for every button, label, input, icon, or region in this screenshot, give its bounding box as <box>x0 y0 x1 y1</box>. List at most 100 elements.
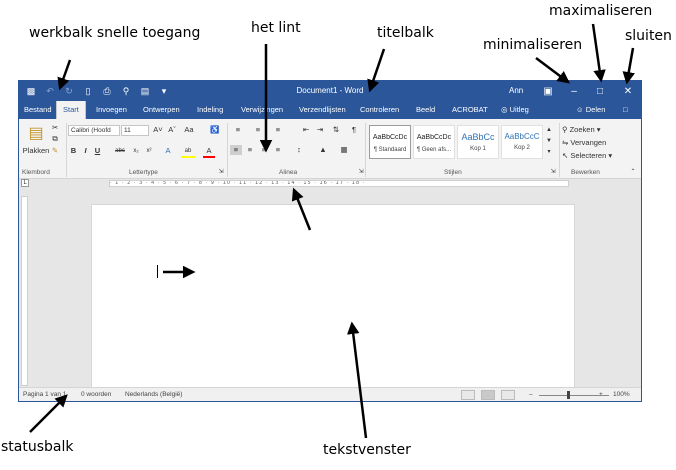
font-dialog-launcher-icon[interactable]: ⇲ <box>217 167 225 177</box>
page-count[interactable]: Pagina 1 van 1 <box>23 391 66 398</box>
shading-icon[interactable]: ▲ <box>316 145 330 155</box>
annotation-titlebar: titelbalk <box>377 25 434 41</box>
grow-font-icon[interactable]: A˅ <box>153 125 163 135</box>
style-preview: AaBbCcC <box>504 132 540 141</box>
style-kop-1[interactable]: AaBbCc Kop 1 <box>457 125 499 159</box>
tab-bestand[interactable]: Bestand <box>22 101 54 119</box>
document-canvas <box>19 188 641 401</box>
style-standaard[interactable]: AaBbCcDc ¶ Standaard <box>369 125 411 159</box>
find-label: Zoeken <box>569 125 595 134</box>
tab-indeling[interactable]: Indeling <box>195 101 225 119</box>
subscript-button[interactable]: x₂ <box>131 146 141 156</box>
styles-dialog-launcher-icon[interactable]: ⇲ <box>549 167 557 177</box>
bold-button[interactable]: B <box>69 146 78 156</box>
pointer-icon: ↖ <box>562 151 569 160</box>
share-button[interactable]: ☺ Delen <box>576 101 605 119</box>
styles-gallery-scroll-icon[interactable]: ▲ ▼ ▾ <box>545 125 553 158</box>
select-button[interactable]: ↖ Selecteren ▾ <box>562 151 612 161</box>
find-button[interactable]: ⚲ Zoeken ▾ <box>562 125 600 135</box>
tab-verwijzingen[interactable]: Verwijzingen <box>239 101 285 119</box>
borders-icon[interactable]: ▦ <box>337 145 351 155</box>
style-kop-2[interactable]: AaBbCcC Kop 2 <box>501 125 543 159</box>
word-count[interactable]: 0 woorden <box>81 391 111 398</box>
bullets-icon[interactable]: ≡ <box>231 125 245 135</box>
multilevel-list-icon[interactable]: ≡ <box>271 125 285 135</box>
ribbon: ▤ Plakken ✂ ⧉ ✎ Klembord Calibri (Hoofd … <box>19 119 641 179</box>
align-center-icon[interactable]: ≡ <box>244 145 256 155</box>
copy-icon[interactable]: ⧉ <box>50 134 60 144</box>
superscript-button[interactable]: x² <box>144 146 154 156</box>
user-name[interactable]: Ann <box>509 86 523 95</box>
line-spacing-icon[interactable]: ↕ <box>292 145 306 155</box>
document-page[interactable] <box>91 204 575 401</box>
zoom-level[interactable]: 100% <box>613 391 630 398</box>
replace-button[interactable]: ⇋ Vervangen <box>562 138 606 148</box>
zoom-out-button[interactable]: – <box>529 391 533 398</box>
italic-button[interactable]: I <box>81 146 90 156</box>
font-name-field[interactable]: Calibri (Hoofd <box>68 125 120 136</box>
paste-button[interactable]: Plakken <box>21 146 51 156</box>
decrease-indent-icon[interactable]: ⇤ <box>301 125 311 135</box>
align-left-icon[interactable]: ≡ <box>230 145 242 155</box>
tab-acrobat[interactable]: ACROBAT <box>450 101 490 119</box>
group-separator <box>559 123 560 177</box>
align-right-icon[interactable]: ≡ <box>258 145 270 155</box>
tab-invoegen[interactable]: Invoegen <box>94 101 129 119</box>
style-geen-afstand[interactable]: AaBbCcDc ¶ Geen afs... <box>413 125 455 159</box>
zoom-in-button[interactable]: + <box>599 391 603 398</box>
numbering-icon[interactable]: ≡ <box>251 125 265 135</box>
annotation-ribbon: het lint <box>251 20 301 36</box>
tab-beeld[interactable]: Beeld <box>414 101 437 119</box>
word-window: ▩ ↶ ↻ ▯ ⎙ ⚲ ▤ ▾ Document1 - Word Ann ▣ –… <box>18 80 642 402</box>
font-color-icon[interactable]: A <box>203 146 215 158</box>
group-separator <box>227 123 228 177</box>
tab-controleren[interactable]: Controleren <box>358 101 401 119</box>
ruler-scale[interactable]: · 1 · 2 · 3 · 4 · 5 · 6 · 7 · 8 · 9 · 10… <box>109 180 569 187</box>
horizontal-ruler: L · 1 · 2 · 3 · 4 · 5 · 6 · 7 · 8 · 9 · … <box>19 179 641 188</box>
collapse-ribbon-icon[interactable]: ⌃ <box>629 167 637 177</box>
search-icon: ⚲ <box>562 125 568 134</box>
comments-icon[interactable]: □ <box>623 101 628 119</box>
maximize-button[interactable]: □ <box>585 81 615 101</box>
style-name: Kop 1 <box>470 146 486 152</box>
font-size-field[interactable]: 11 <box>121 125 149 136</box>
cut-icon[interactable]: ✂ <box>50 123 60 133</box>
style-name: ¶ Geen afs... <box>416 147 452 153</box>
zoom-slider-thumb[interactable] <box>567 391 570 399</box>
read-mode-icon[interactable] <box>461 390 475 400</box>
web-layout-icon[interactable] <box>501 390 515 400</box>
increase-indent-icon[interactable]: ⇥ <box>315 125 325 135</box>
paragraph-dialog-launcher-icon[interactable]: ⇲ <box>357 167 365 177</box>
tab-selector-icon[interactable]: L <box>21 179 29 187</box>
group-separator <box>365 123 366 177</box>
vertical-ruler[interactable] <box>21 196 28 386</box>
underline-button[interactable]: U <box>93 146 102 156</box>
change-case-icon[interactable]: Aa <box>183 125 195 135</box>
status-bar: Pagina 1 van 1 0 woorden Nederlands (Bel… <box>19 387 641 401</box>
annotation-qat: werkbalk snelle toegang <box>29 25 201 41</box>
annotation-textwindow: tekstvenster <box>323 442 411 458</box>
language-indicator[interactable]: Nederlands (België) <box>125 391 182 398</box>
share-label: Delen <box>585 105 606 114</box>
chevron-down-icon: ▾ <box>596 125 601 134</box>
tell-me-box[interactable]: ◎ Uitleg <box>501 101 529 119</box>
close-button[interactable]: ✕ <box>613 81 641 101</box>
clipboard-group-label: Klembord <box>22 169 50 176</box>
strikethrough-button[interactable]: abc <box>113 146 127 156</box>
clipboard-icon[interactable]: ▤ <box>24 123 48 145</box>
highlight-color-icon[interactable]: ab <box>181 146 195 158</box>
clear-formatting-icon[interactable]: ♿ <box>209 125 221 135</box>
format-painter-icon[interactable]: ✎ <box>50 146 60 156</box>
tab-ontwerpen[interactable]: Ontwerpen <box>141 101 182 119</box>
text-effects-icon[interactable]: A <box>162 146 174 156</box>
show-formatting-icon[interactable]: ¶ <box>349 125 359 135</box>
shrink-font-icon[interactable]: Aˇ <box>167 125 177 135</box>
justify-icon[interactable]: ≡ <box>272 145 284 155</box>
sort-icon[interactable]: ⇅ <box>331 125 341 135</box>
tab-start[interactable]: Start <box>56 101 86 119</box>
print-layout-icon[interactable] <box>481 390 495 400</box>
editing-group-label: Bewerken <box>571 169 600 176</box>
annotation-close: sluiten <box>625 28 672 44</box>
tab-verzendlijsten[interactable]: Verzendlijsten <box>297 101 348 119</box>
style-name: Kop 2 <box>514 145 530 151</box>
